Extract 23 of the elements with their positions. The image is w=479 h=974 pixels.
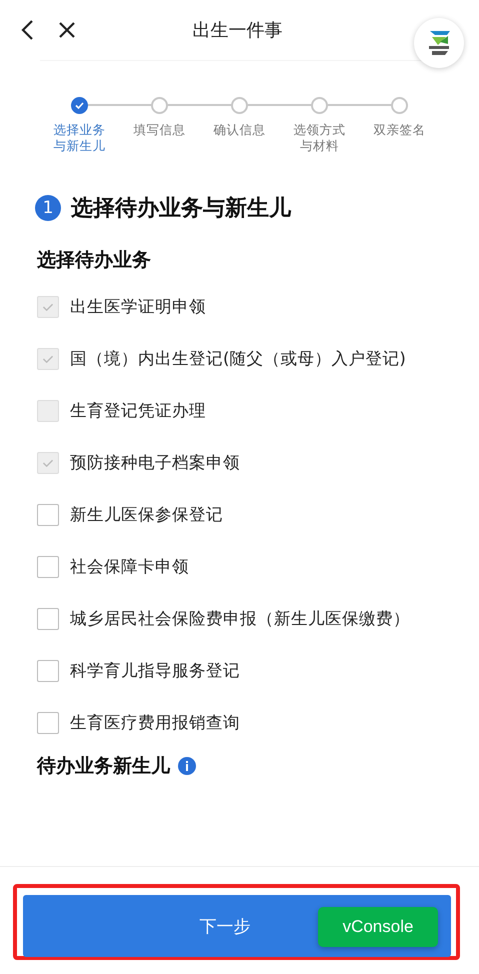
option-label[interactable]: 生育医疗费用报销查询 [70,711,240,735]
page-title: 出生一件事 [192,19,284,42]
checkbox[interactable] [37,556,59,578]
option-label[interactable]: 社会保障卡申领 [70,555,189,579]
section-heading: 待办业务新生儿 [37,754,170,778]
step-label: 双亲签名 [372,122,426,138]
step-label: 确认信息 [212,122,266,138]
option-label[interactable]: 新生儿医保参保登记 [70,503,223,527]
section-title: 选择待办业务与新生儿 [71,194,291,222]
checkbox[interactable] [37,712,59,734]
back-icon[interactable] [20,19,34,41]
close-icon[interactable] [58,21,76,39]
step-number-badge: 1 [35,194,61,220]
checkbox[interactable] [37,504,59,526]
step-label: 选择业务与新生儿 [52,122,106,154]
option-label[interactable]: 科学育儿指导服务登记 [70,659,240,683]
subheading: 选择待办业务 [37,248,151,272]
checkbox[interactable] [37,608,59,630]
step-label: 填写信息 [132,122,186,138]
step-label: 选领方式与材料 [292,122,346,154]
info-icon[interactable] [178,756,196,774]
checkbox[interactable] [37,660,59,682]
option-label[interactable]: 城乡居民社会保险费申报（新生儿医保缴费） [70,607,410,631]
